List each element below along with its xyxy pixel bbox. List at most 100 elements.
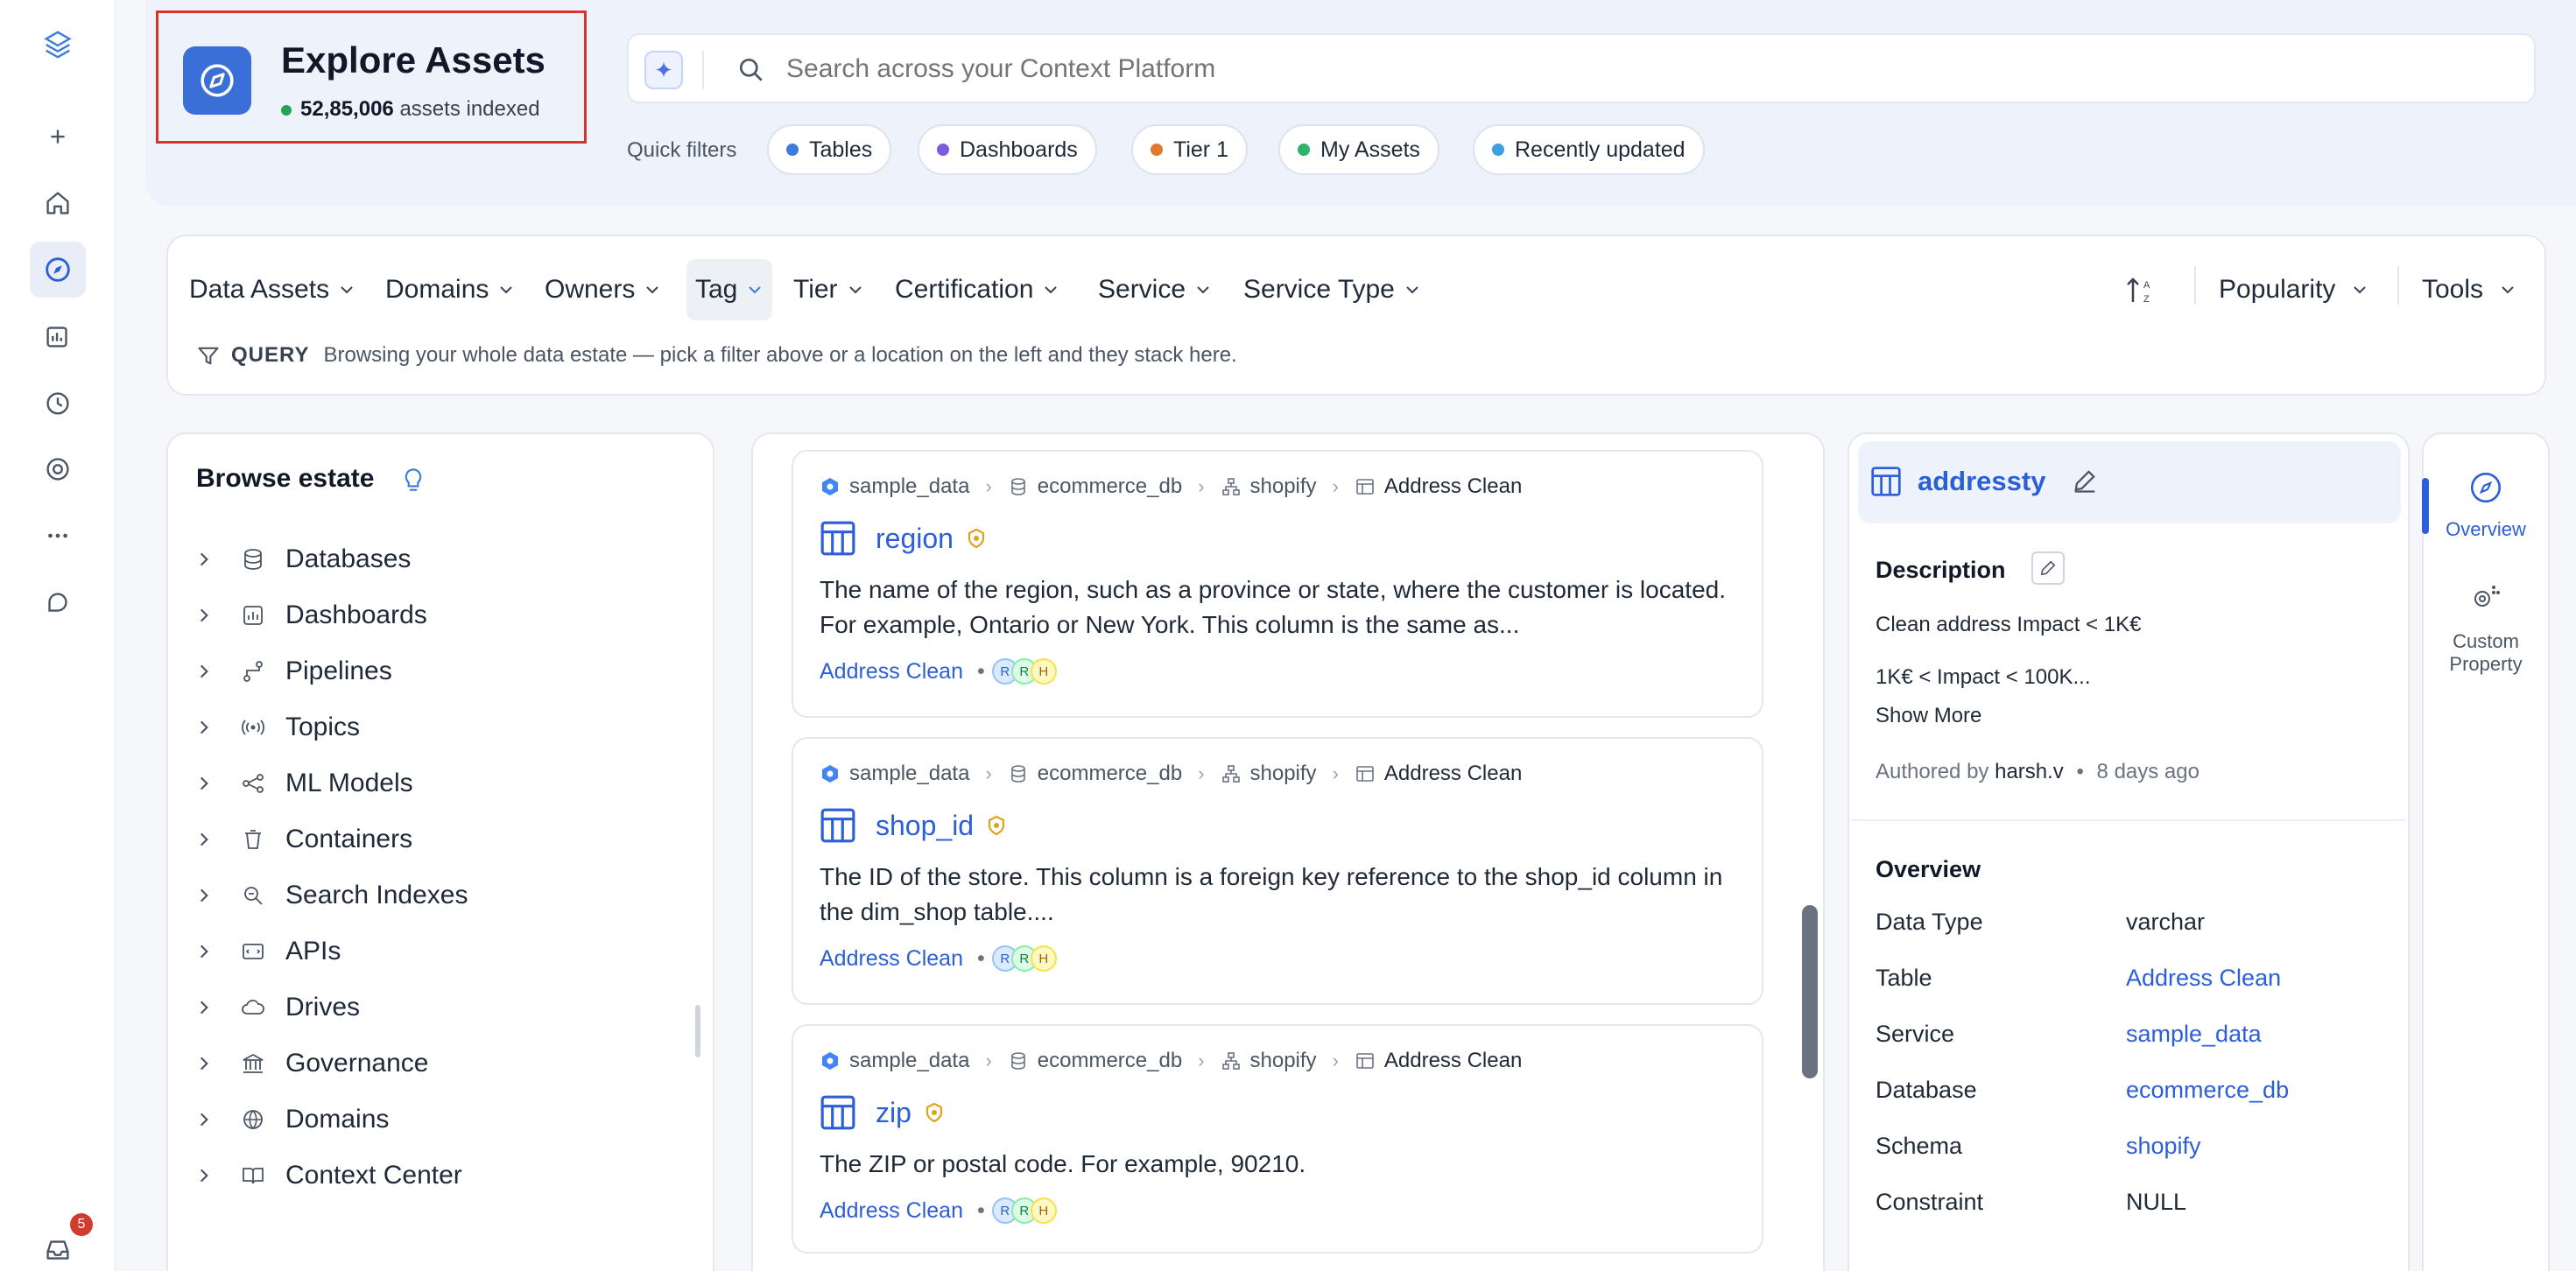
quick-filter-recently-updated[interactable]: Recently updated <box>1473 124 1705 175</box>
breadcrumb-service[interactable]: sample_data <box>849 1049 969 1073</box>
overview-value-constraint: NULL <box>2126 1189 2187 1215</box>
quick-filter-tables[interactable]: Tables <box>767 124 892 175</box>
overview-value-schema[interactable]: shopify <box>2126 1133 2201 1160</box>
quick-filter-dashboards[interactable]: Dashboards <box>918 124 1097 175</box>
browse-item-topics[interactable]: Topics <box>194 706 360 749</box>
browse-item-dashboards[interactable]: Dashboards <box>194 593 427 637</box>
breadcrumb-schema[interactable]: shopify <box>1250 762 1317 786</box>
breadcrumb-service[interactable]: sample_data <box>849 474 969 499</box>
explore-compass-icon[interactable] <box>30 242 86 298</box>
breadcrumb-service[interactable]: sample_data <box>849 762 969 786</box>
filter-tier[interactable]: Tier <box>793 259 864 320</box>
result-title[interactable]: shop_id <box>820 807 1007 844</box>
more-icon[interactable] <box>30 508 86 564</box>
result-title[interactable]: region <box>820 520 987 557</box>
browse-item-pipelines[interactable]: Pipelines <box>194 650 392 693</box>
result-name[interactable]: region <box>876 523 954 555</box>
overview-value-database[interactable]: ecommerce_db <box>2126 1077 2289 1104</box>
results-scrollbar[interactable] <box>1802 905 1818 1078</box>
tab-custom-property-label-1: Custom <box>2453 630 2519 652</box>
filter-domains[interactable]: Domains <box>385 259 515 320</box>
chevron-right-icon <box>200 664 208 678</box>
tools-label: Tools <box>2422 275 2484 304</box>
browse-item-apis[interactable]: APIs <box>194 930 341 973</box>
breadcrumb-schema[interactable]: shopify <box>1250 474 1317 499</box>
avatar[interactable]: H <box>1030 1197 1057 1224</box>
browse-item-governance[interactable]: Governance <box>194 1042 428 1085</box>
result-card[interactable]: sample_data › ecommerce_db › shopify › Addr… <box>792 1024 1763 1253</box>
browse-item-databases[interactable]: Databases <box>194 537 411 581</box>
edit-pencil-icon[interactable] <box>2070 466 2100 495</box>
governance-icon[interactable] <box>30 441 86 497</box>
breadcrumb-database[interactable]: ecommerce_db <box>1038 474 1182 499</box>
breadcrumb-database[interactable]: ecommerce_db <box>1038 762 1182 786</box>
chat-icon[interactable] <box>30 574 86 630</box>
browse-item-ml-models[interactable]: ML Models <box>194 762 413 805</box>
quick-filter-tier-1[interactable]: Tier 1 <box>1131 124 1248 175</box>
filter-label: Certification <box>895 275 1034 304</box>
insights-chart-icon[interactable] <box>30 308 86 364</box>
filter-owners[interactable]: Owners <box>545 259 661 320</box>
breadcrumb-table[interactable]: Address Clean <box>1384 474 1522 499</box>
result-title[interactable]: zip <box>820 1094 945 1131</box>
service-hex-icon <box>822 1052 838 1070</box>
broadcast-icon <box>242 720 264 735</box>
search-input[interactable] <box>786 54 2362 84</box>
ai-sparkle-icon[interactable]: ✦ <box>644 51 683 89</box>
service-hex-icon <box>822 765 838 783</box>
breadcrumb-schema[interactable]: shopify <box>1250 1049 1317 1073</box>
sort-order-button[interactable]: AZ <box>2124 259 2159 320</box>
browse-item-search-indexes[interactable]: Search Indexes <box>194 874 468 917</box>
result-card[interactable]: sample_data › ecommerce_db › shopify › Addr… <box>792 450 1763 718</box>
description-line-1: Clean address Impact < 1K€ <box>1876 613 2142 636</box>
tab-custom-property[interactable]: Custom Property <box>2422 579 2550 685</box>
tab-overview[interactable]: Overview <box>2422 467 2550 546</box>
result-table-link[interactable]: Address Clean <box>820 946 963 972</box>
browse-item-context-center[interactable]: Context Center <box>194 1154 462 1197</box>
chevron-down-icon <box>2502 286 2514 294</box>
chip-dot <box>1492 144 1504 156</box>
dashboard-icon <box>243 606 263 625</box>
chip-label: Recently updated <box>1515 137 1686 162</box>
lightbulb-icon[interactable] <box>399 466 427 494</box>
overview-key-schema: Schema <box>1876 1133 1963 1159</box>
result-name[interactable]: shop_id <box>876 810 974 842</box>
sort-label: Popularity <box>2219 275 2336 304</box>
breadcrumb-table[interactable]: Address Clean <box>1384 1049 1522 1073</box>
filter-tag[interactable]: Tag <box>686 259 773 320</box>
result-table-link[interactable]: Address Clean <box>820 1198 963 1224</box>
overview-value-table[interactable]: Address Clean <box>2126 965 2281 992</box>
logo-icon[interactable] <box>30 18 86 74</box>
browse-item-domains[interactable]: Domains <box>194 1098 389 1141</box>
breadcrumb-table[interactable]: Address Clean <box>1384 762 1522 786</box>
browse-item-containers[interactable]: Containers <box>194 818 412 861</box>
result-table-link[interactable]: Address Clean <box>820 659 963 685</box>
quick-filter-my-assets[interactable]: My Assets <box>1278 124 1439 175</box>
chevron-right-icon <box>200 720 208 734</box>
browse-scrollbar[interactable] <box>695 1005 700 1057</box>
overview-value-service[interactable]: sample_data <box>2126 1021 2262 1048</box>
result-name[interactable]: zip <box>876 1097 911 1129</box>
breadcrumb-database[interactable]: ecommerce_db <box>1038 1049 1182 1073</box>
detail-title[interactable]: addressty <box>1918 466 2045 497</box>
filter-data-assets[interactable]: Data Assets <box>189 259 355 320</box>
filter-certification[interactable]: Certification <box>895 259 1059 320</box>
search-bar[interactable]: ✦ <box>627 33 2536 103</box>
filter-service-type[interactable]: Service Type <box>1243 259 1421 320</box>
observability-icon[interactable] <box>30 375 86 431</box>
plus-icon[interactable] <box>30 109 86 165</box>
avatar[interactable]: H <box>1030 658 1057 685</box>
filter-service[interactable]: Service <box>1098 259 1212 320</box>
result-card[interactable]: sample_data › ecommerce_db › shopify › Addr… <box>792 737 1763 1005</box>
tab-overview-label: Overview <box>2446 518 2526 540</box>
show-more-link[interactable]: Show More <box>1876 704 1981 728</box>
home-icon[interactable] <box>30 175 86 231</box>
result-description: The ZIP or postal code. For example, 902… <box>820 1150 1306 1177</box>
avatar[interactable]: H <box>1030 945 1057 972</box>
author-name[interactable]: harsh.v <box>1995 760 2064 783</box>
edit-description-button[interactable] <box>2031 551 2065 585</box>
tools-dropdown[interactable]: Tools <box>2422 259 2516 320</box>
browse-item-drives[interactable]: Drives <box>194 986 360 1029</box>
sort-field-dropdown[interactable]: Popularity <box>2219 259 2368 320</box>
column-table-icon <box>820 1095 855 1130</box>
